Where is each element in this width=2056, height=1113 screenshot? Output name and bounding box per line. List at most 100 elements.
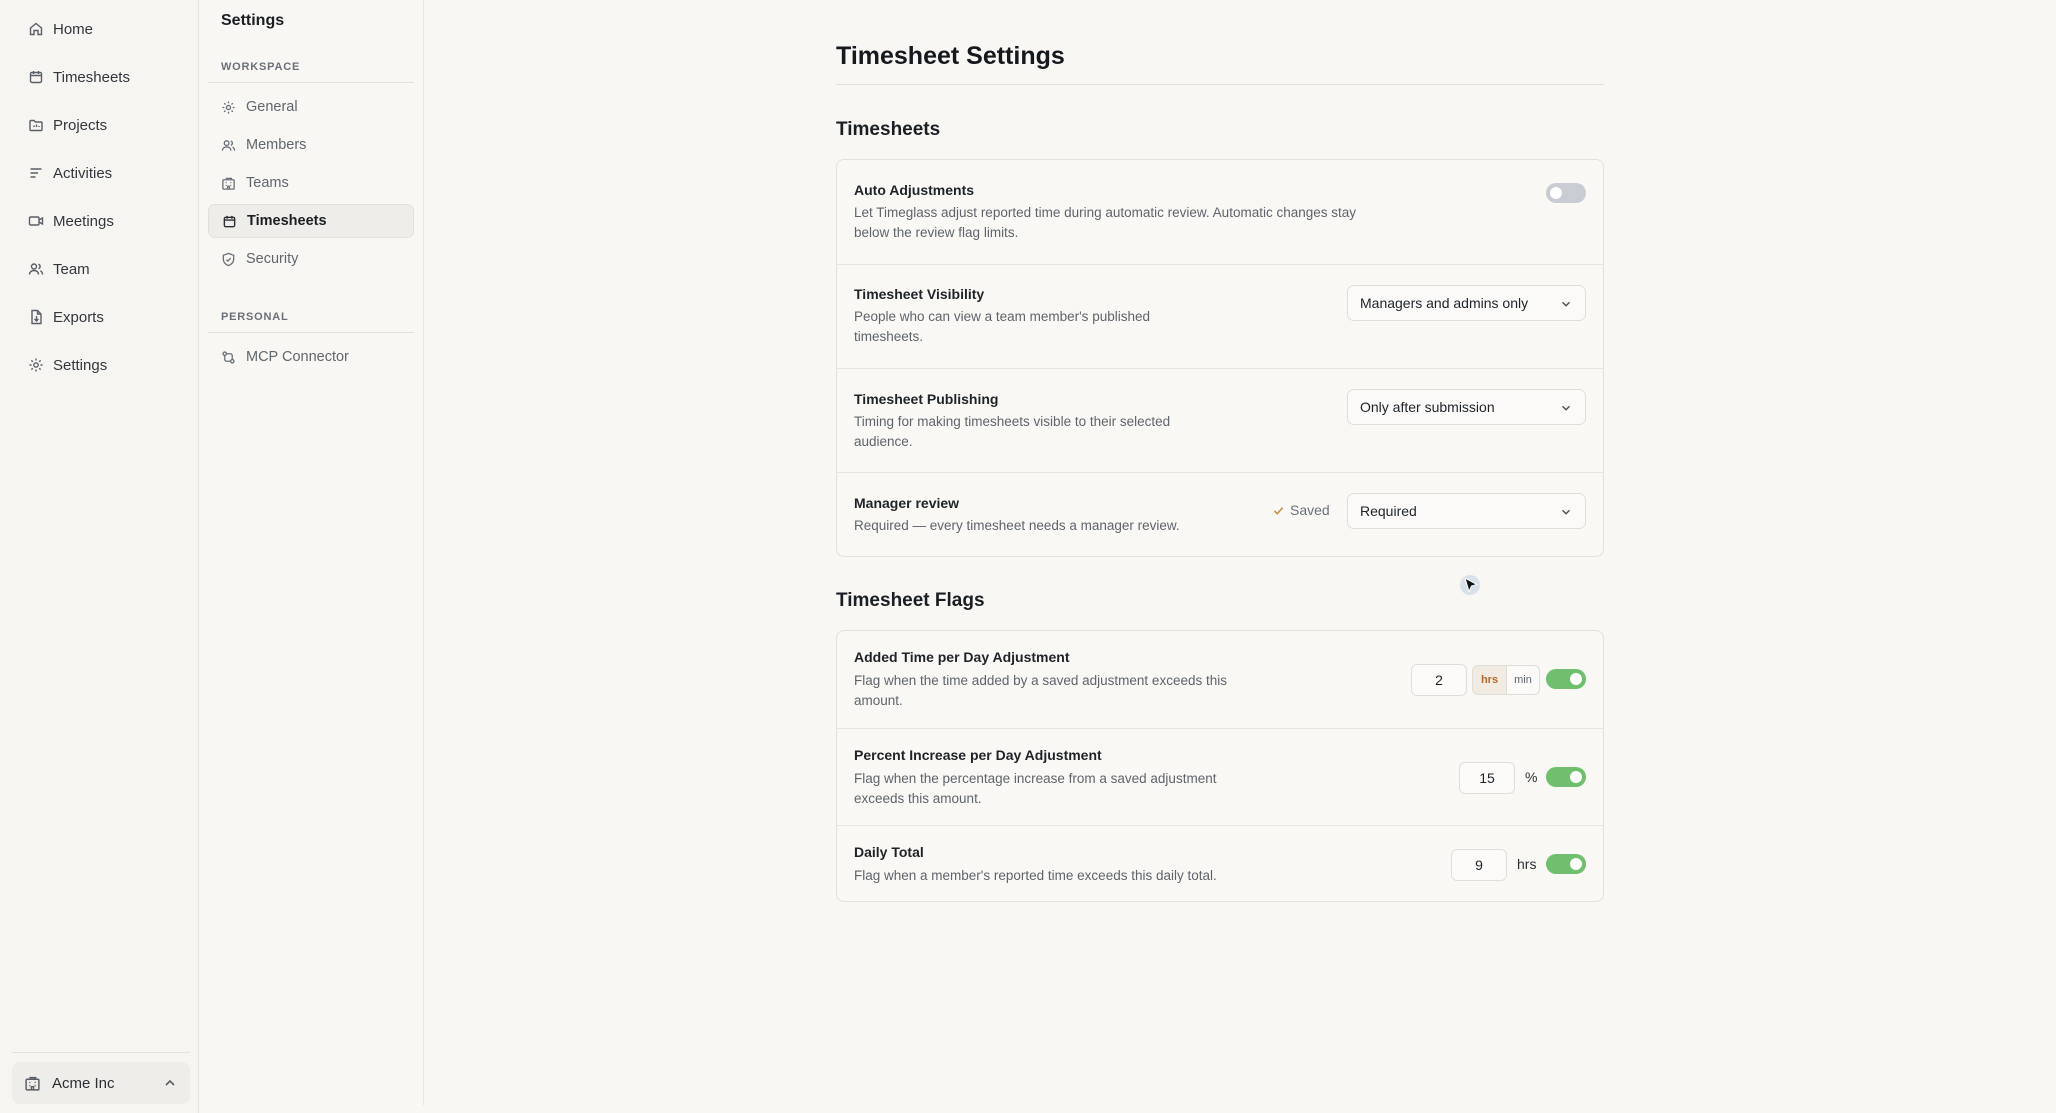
unit-hrs-option[interactable]: hrs bbox=[1473, 666, 1506, 694]
percent-increase-input[interactable] bbox=[1459, 762, 1515, 794]
row-title: Auto Adjustments bbox=[854, 182, 975, 198]
sidebar-item-timesheets[interactable]: Timesheets bbox=[12, 59, 190, 95]
saved-label: Saved bbox=[1290, 502, 1330, 518]
calendar-icon bbox=[29, 71, 43, 84]
time-unit-toggle: hrs min bbox=[1472, 665, 1540, 695]
sidebar-item-label: Activities bbox=[53, 164, 113, 182]
shield-icon bbox=[222, 252, 235, 266]
settings-item-mcp-connector[interactable]: MCP Connector bbox=[208, 340, 414, 374]
settings-item-label: MCP Connector bbox=[246, 349, 349, 365]
section-title-timesheets: Timesheets bbox=[836, 119, 941, 140]
section-title-timesheet-flags: Timesheet Flags bbox=[836, 590, 985, 611]
row-description-line: Required — every timesheet needs a manag… bbox=[854, 518, 1180, 533]
row-description-line: exceeds this amount. bbox=[854, 791, 982, 806]
percent-increase-flag-row: Percent Increase per Day Adjustment Flag… bbox=[837, 728, 1603, 825]
sidebar-item-projects[interactable]: Projects bbox=[12, 107, 190, 143]
main-sidebar: Home Timesheets Projects Activities Meet… bbox=[0, 0, 199, 1113]
added-time-input[interactable] bbox=[1411, 664, 1467, 696]
settings-item-timesheets[interactable]: Timesheets bbox=[208, 204, 414, 238]
building-icon bbox=[25, 1076, 40, 1091]
sidebar-item-home[interactable]: Home bbox=[12, 11, 190, 47]
settings-item-label: Timesheets bbox=[247, 213, 327, 229]
row-description-line: audience. bbox=[854, 434, 913, 449]
list-icon bbox=[30, 168, 42, 178]
row-title: Timesheet Visibility bbox=[854, 286, 985, 302]
section-divider bbox=[208, 332, 414, 333]
connector-icon bbox=[222, 350, 235, 364]
chevron-down-icon bbox=[1562, 301, 1570, 307]
hrs-unit-label: hrs bbox=[1517, 856, 1537, 872]
settings-item-label: General bbox=[246, 99, 298, 115]
daily-total-flag-toggle[interactable] bbox=[1546, 854, 1586, 874]
check-icon bbox=[1273, 506, 1284, 515]
daily-total-input[interactable] bbox=[1451, 849, 1507, 881]
sidebar-item-settings[interactable]: Settings bbox=[12, 347, 190, 383]
building-icon bbox=[222, 177, 235, 190]
unit-min-option[interactable]: min bbox=[1506, 666, 1539, 694]
mouse-cursor-icon bbox=[1460, 575, 1480, 595]
auto-adjustments-row: Auto Adjustments Let Timeglass adjust re… bbox=[837, 160, 1603, 264]
timesheet-flags-card: Added Time per Day Adjustment Flag when … bbox=[836, 630, 1604, 902]
sidebar-item-activities[interactable]: Activities bbox=[12, 155, 190, 191]
section-divider bbox=[208, 82, 414, 83]
manager-review-row: Manager review Required — every timeshee… bbox=[837, 472, 1603, 556]
users-icon bbox=[221, 139, 236, 151]
row-title: Added Time per Day Adjustment bbox=[854, 649, 1070, 665]
title-divider bbox=[836, 84, 1604, 85]
settings-item-label: Members bbox=[246, 137, 307, 153]
chevron-down-icon bbox=[1562, 405, 1570, 411]
chevron-down-icon bbox=[1562, 509, 1570, 515]
gear-icon bbox=[29, 358, 43, 372]
timesheets-settings-card: Auto Adjustments Let Timeglass adjust re… bbox=[836, 159, 1604, 557]
daily-total-flag-row: Daily Total Flag when a member's reporte… bbox=[837, 825, 1603, 901]
personal-section-label: PERSONAL bbox=[221, 311, 289, 323]
row-description-line: People who can view a team member's publ… bbox=[854, 309, 1150, 324]
workspace-switcher[interactable]: Acme Inc bbox=[12, 1062, 190, 1104]
workspace-section-label: WORKSPACE bbox=[221, 61, 301, 73]
sidebar-item-label: Settings bbox=[53, 356, 108, 374]
calendar-icon bbox=[223, 215, 236, 227]
row-description-line: Let Timeglass adjust reported time durin… bbox=[854, 205, 1357, 220]
sidebar-item-label: Team bbox=[53, 260, 90, 278]
row-description-line: Flag when a member's reported time excee… bbox=[854, 868, 1217, 883]
settings-item-label: Teams bbox=[246, 175, 289, 191]
sidebar-item-label: Meetings bbox=[53, 212, 114, 230]
gear-icon bbox=[222, 100, 235, 114]
settings-item-label: Security bbox=[246, 251, 299, 267]
settings-item-general[interactable]: General bbox=[208, 90, 414, 124]
row-description-line: below the review flag limits. bbox=[854, 225, 1019, 240]
page-title: Timesheet Settings bbox=[836, 42, 1065, 70]
settings-sidebar: Settings WORKSPACE General Members Teams… bbox=[200, 0, 424, 1105]
row-description-line: timesheets. bbox=[854, 329, 924, 344]
select-value: Only after submission bbox=[1360, 399, 1495, 415]
timesheet-visibility-row: Timesheet Visibility People who can view… bbox=[837, 264, 1603, 368]
visibility-select[interactable]: Managers and admins only bbox=[1347, 285, 1586, 321]
settings-item-teams[interactable]: Teams bbox=[208, 166, 414, 200]
file-export-icon bbox=[31, 309, 42, 325]
settings-item-members[interactable]: Members bbox=[208, 128, 414, 162]
auto-adjustments-toggle[interactable] bbox=[1546, 183, 1586, 203]
row-title: Timesheet Publishing bbox=[854, 391, 999, 407]
publishing-select[interactable]: Only after submission bbox=[1347, 389, 1586, 425]
chevron-up-icon bbox=[165, 1079, 175, 1086]
video-icon bbox=[28, 216, 44, 226]
row-title: Daily Total bbox=[854, 844, 924, 860]
sidebar-item-label: Home bbox=[53, 20, 94, 38]
added-time-flag-toggle[interactable] bbox=[1546, 669, 1586, 689]
timesheet-publishing-row: Timesheet Publishing Timing for making t… bbox=[837, 368, 1603, 472]
sidebar-item-exports[interactable]: Exports bbox=[12, 299, 190, 335]
settings-title: Settings bbox=[221, 12, 285, 29]
manager-review-select[interactable]: Required bbox=[1347, 493, 1586, 529]
row-title: Percent Increase per Day Adjustment bbox=[854, 747, 1102, 763]
row-title: Manager review bbox=[854, 495, 960, 511]
sidebar-item-meetings[interactable]: Meetings bbox=[12, 203, 190, 239]
percent-increase-flag-toggle[interactable] bbox=[1546, 767, 1586, 787]
select-value: Managers and admins only bbox=[1360, 295, 1529, 311]
sidebar-item-team[interactable]: Team bbox=[12, 251, 190, 287]
settings-item-security[interactable]: Security bbox=[208, 242, 414, 276]
workspace-name: Acme Inc bbox=[52, 1074, 115, 1092]
row-description-line: Flag when the time added by a saved adju… bbox=[854, 673, 1227, 688]
sidebar-item-label: Exports bbox=[53, 308, 104, 326]
users-icon bbox=[28, 263, 44, 275]
row-description-line: Flag when the percentage increase from a… bbox=[854, 771, 1217, 786]
